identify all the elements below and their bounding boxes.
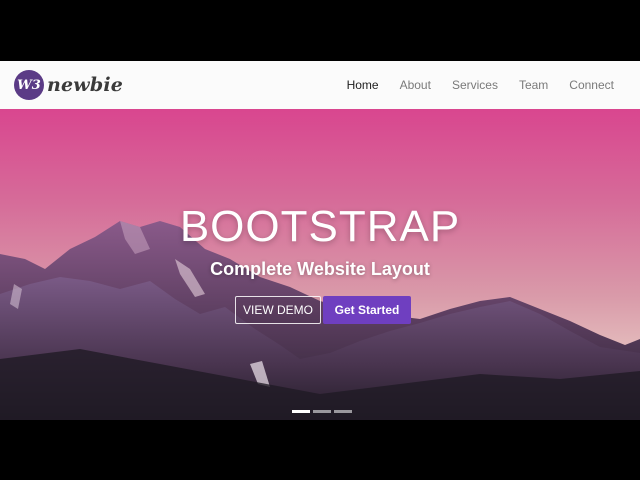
hero-actions: VIEW DEMO Get Started: [235, 296, 411, 324]
carousel-indicators: [292, 410, 355, 413]
nav-item-connect[interactable]: Connect: [569, 78, 614, 92]
hero-subtitle: Complete Website Layout: [210, 259, 430, 279]
hero-title: BOOTSTRAP: [179, 202, 461, 251]
nav-item-team[interactable]: Team: [519, 78, 548, 92]
view-demo-button[interactable]: VIEW DEMO: [235, 296, 321, 324]
w3-badge-icon: W3: [14, 70, 44, 100]
main-nav: Home About Services Team Connect: [326, 61, 614, 109]
nav-item-about[interactable]: About: [400, 78, 431, 92]
carousel-indicator-3[interactable]: [334, 410, 352, 413]
hero-carousel: BOOTSTRAP Complete Website Layout VIEW D…: [0, 109, 640, 420]
nav-item-home[interactable]: Home: [347, 78, 379, 92]
nav-item-services[interactable]: Services: [452, 78, 498, 92]
brand-name: newbie: [47, 74, 124, 96]
video-frame: W3 newbie Home About Services Team Conne…: [0, 0, 640, 480]
carousel-indicator-1[interactable]: [292, 410, 310, 413]
carousel-indicator-2[interactable]: [313, 410, 331, 413]
brand-logo[interactable]: W3 newbie: [14, 69, 123, 101]
navbar: W3 newbie Home About Services Team Conne…: [0, 61, 640, 109]
get-started-button[interactable]: Get Started: [323, 296, 411, 324]
